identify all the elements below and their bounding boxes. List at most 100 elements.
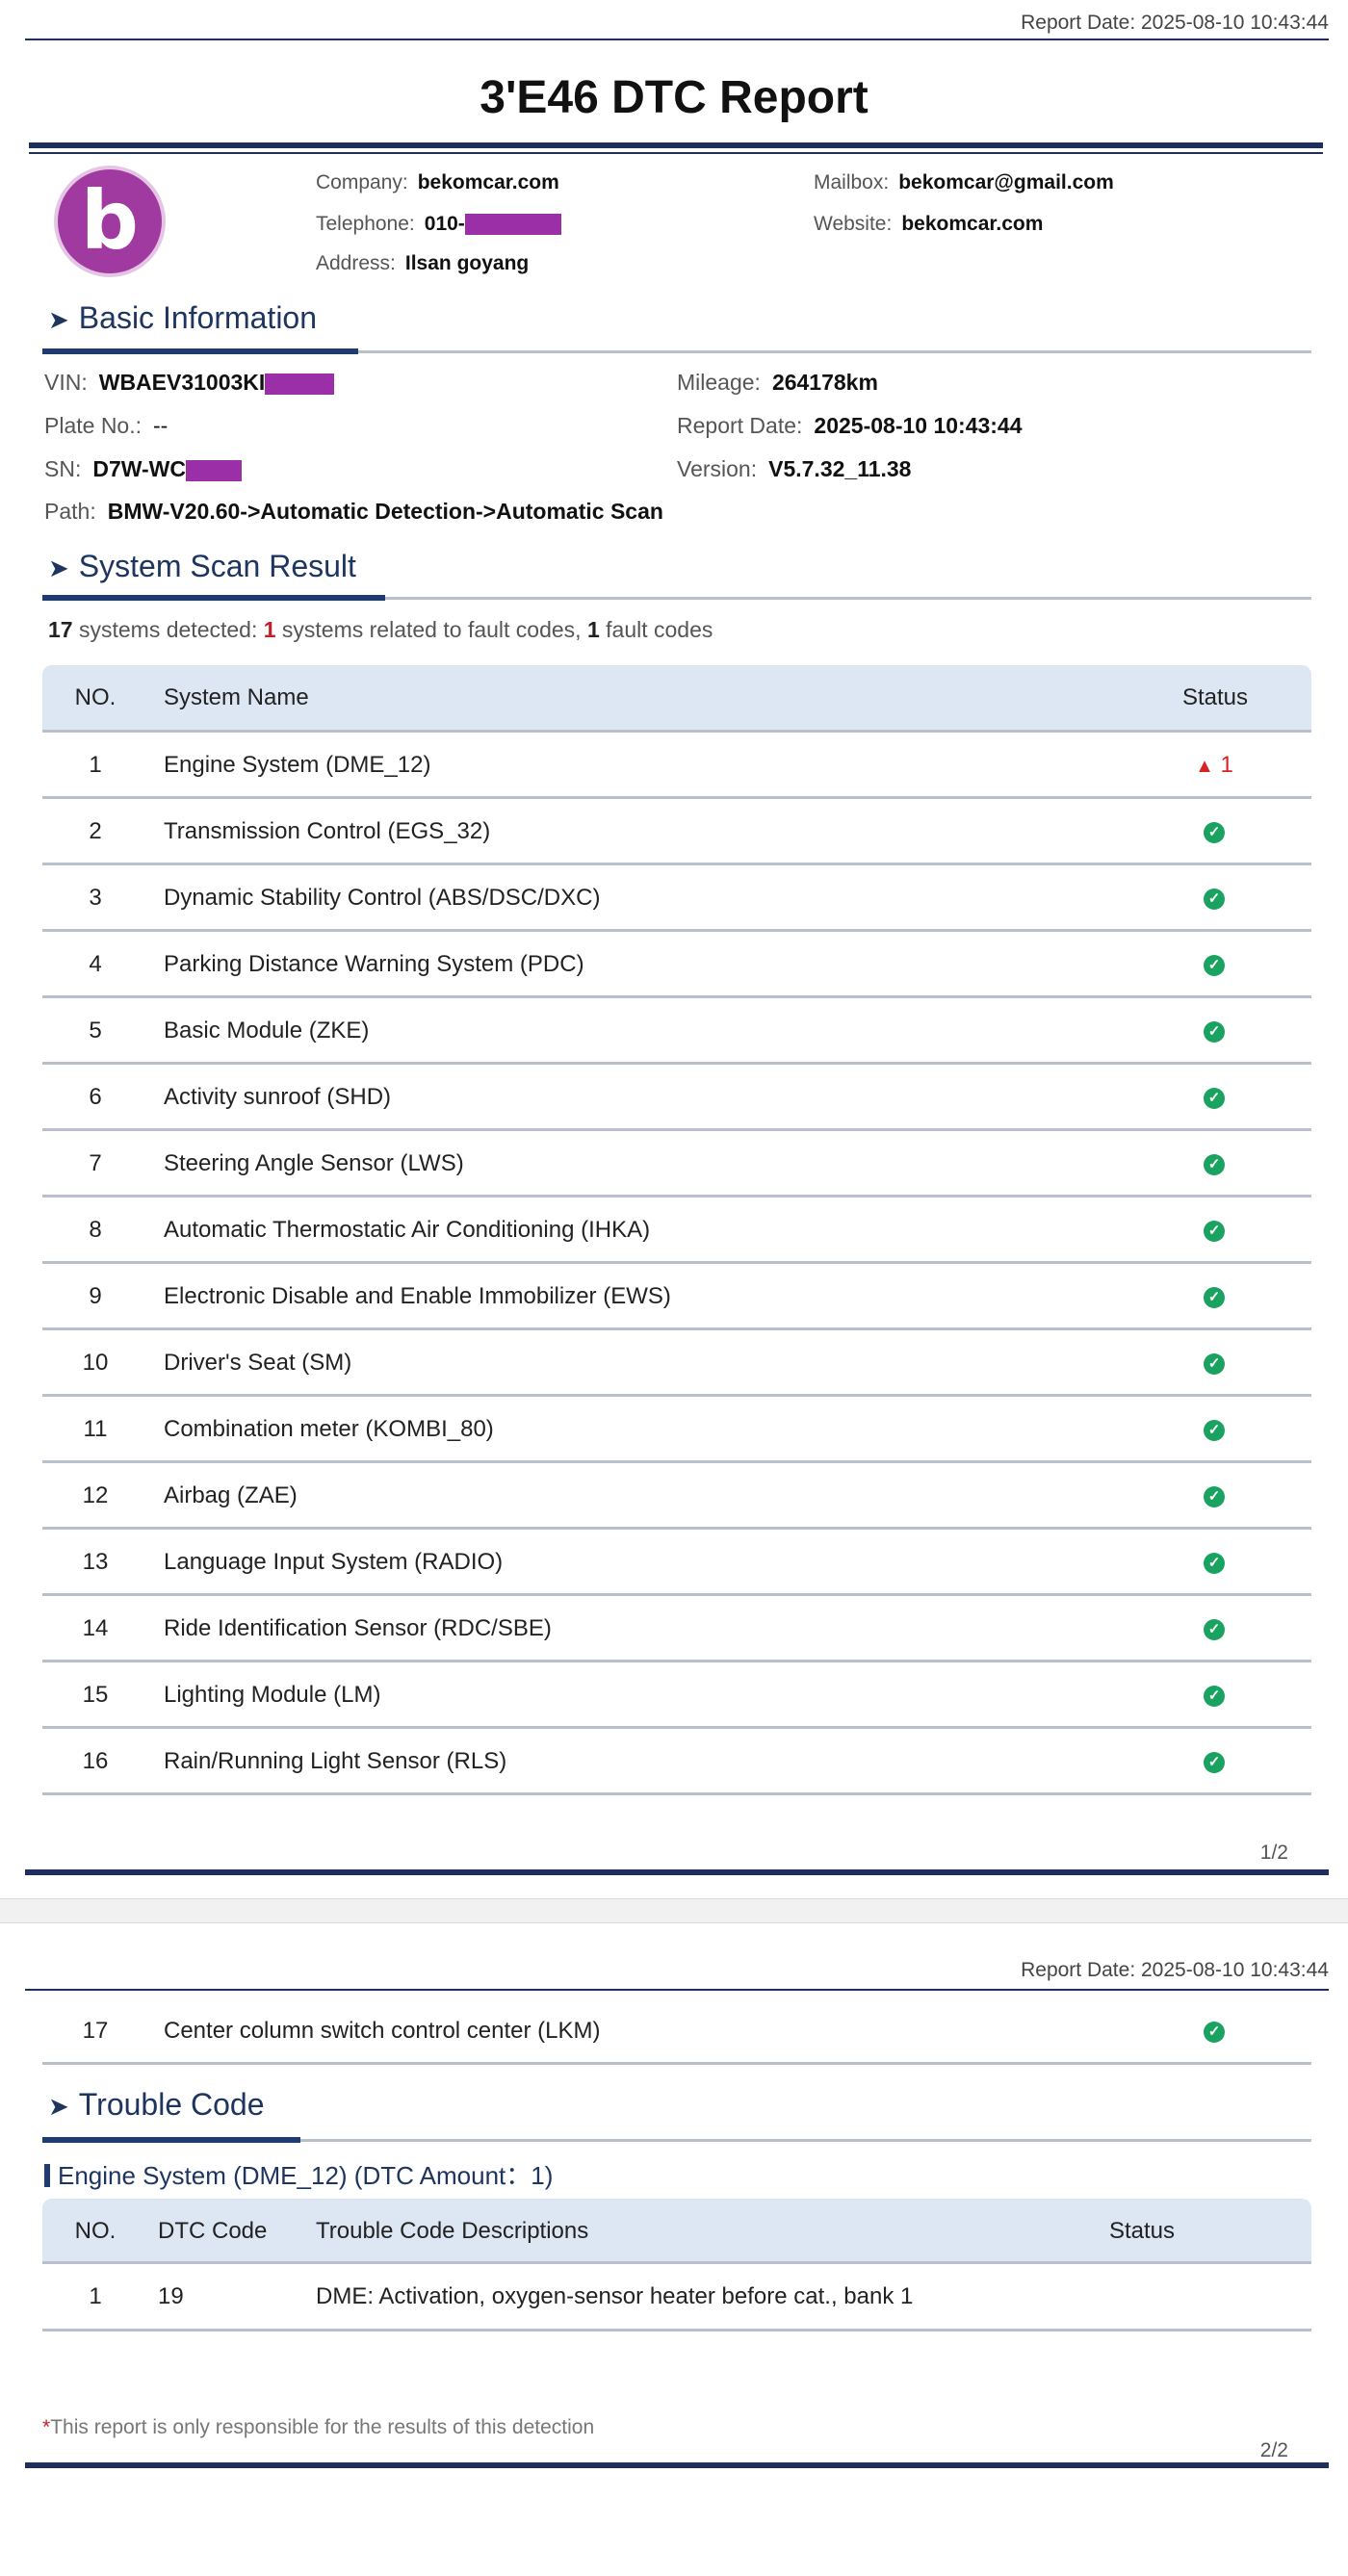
check-circle-icon: ✓ xyxy=(1204,821,1225,843)
disclaimer-note: *This report is only responsible for the… xyxy=(42,2416,595,2438)
row-number: 12 xyxy=(82,1482,109,1508)
row-number: 6 xyxy=(89,1084,102,1110)
system-status: ✓ xyxy=(1190,818,1238,845)
company-row: Company: bekomcar.com xyxy=(316,171,559,193)
check-circle-icon: ✓ xyxy=(1204,1087,1225,1109)
section-basic-information: ➤ Basic Information xyxy=(48,300,318,335)
system-name: Ride Identification Sensor (RDC/SBE) xyxy=(164,1615,552,1641)
table-row: 2 Transmission Control (EGS_32) ✓ xyxy=(42,799,1311,865)
row-number: 3 xyxy=(89,885,102,911)
vin-row: VIN: WBAEV31003KI xyxy=(44,370,335,396)
path-row: Path: BMW-V20.60->Automatic Detection->Au… xyxy=(44,499,663,524)
table-row: 15 Lighting Module (LM) ✓ xyxy=(42,1662,1311,1729)
check-circle-icon: ✓ xyxy=(1204,1485,1225,1507)
page-separator xyxy=(0,1898,1348,1923)
system-name: Language Input System (RADIO) xyxy=(164,1549,504,1575)
col-description: Trouble Code Descriptions xyxy=(316,2218,589,2244)
system-status: ✓ xyxy=(1190,885,1238,912)
system-status: ✓ xyxy=(1190,1748,1238,1775)
scan-summary: 17 systems detected: 1 systems related t… xyxy=(48,617,713,642)
system-name: Basic Module (ZKE) xyxy=(164,1018,370,1043)
table-row: 3 Dynamic Stability Control (ABS/DSC/DXC)… xyxy=(42,865,1311,932)
row-number: 1 xyxy=(89,752,102,778)
row-number: 14 xyxy=(82,1615,109,1641)
address-row: Address: Ilsan goyang xyxy=(316,252,530,274)
system-name: Activity sunroof (SHD) xyxy=(164,1084,392,1110)
check-circle-icon: ✓ xyxy=(1204,1552,1225,1574)
system-status: ✓ xyxy=(1190,1283,1238,1310)
system-name: Automatic Thermostatic Air Conditioning … xyxy=(164,1217,651,1243)
report-date-row: Report Date: 2025-08-10 10:43:44 xyxy=(677,413,1023,438)
row-number: 15 xyxy=(82,1682,109,1708)
report-date: Report Date: 2025-08-10 10:43:44 xyxy=(1021,12,1329,34)
col-no: NO. xyxy=(74,684,117,710)
check-circle-icon: ✓ xyxy=(1204,1153,1225,1175)
system-status: ✓ xyxy=(1190,1084,1238,1111)
table-row: 12 Airbag (ZAE) ✓ xyxy=(42,1463,1311,1530)
check-circle-icon: ✓ xyxy=(1204,1220,1225,1242)
check-circle-icon: ✓ xyxy=(1204,1618,1225,1640)
col-no: NO. xyxy=(74,2218,117,2244)
row-number: 8 xyxy=(89,1217,102,1243)
telephone-row: Telephone: 010- xyxy=(316,213,561,236)
check-circle-icon: ✓ xyxy=(1204,888,1225,910)
company-logo: b xyxy=(54,166,166,277)
check-circle-icon: ✓ xyxy=(1204,1352,1225,1375)
row-number: 11 xyxy=(83,1416,108,1442)
system-status: ▲ 1 xyxy=(1195,752,1233,778)
check-circle-icon: ✓ xyxy=(1204,954,1225,976)
table-row: 7 Steering Angle Sensor (LWS) ✓ xyxy=(42,1131,1311,1198)
table-row: 4 Parking Distance Warning System (PDC) ✓ xyxy=(42,932,1311,998)
row-number: 13 xyxy=(82,1549,109,1575)
table-row: 16 Rain/Running Light Sensor (RLS) ✓ xyxy=(42,1729,1311,1795)
system-status: ✓ xyxy=(1190,1150,1238,1177)
table-row: 6 Activity sunroof (SHD) ✓ xyxy=(42,1065,1311,1131)
table-row: 11 Combination meter (KOMBI_80) ✓ xyxy=(42,1397,1311,1463)
dtc-system-heading: Engine System (DME_12) (DTC Amount：1) xyxy=(44,2156,553,2192)
report-date: Report Date: 2025-08-10 10:43:44 xyxy=(1021,1959,1329,1981)
section-trouble-code: ➤ Trouble Code xyxy=(48,2087,265,2122)
col-status: Status xyxy=(1181,684,1248,710)
check-circle-icon: ✓ xyxy=(1204,1751,1225,1773)
system-name: Airbag (ZAE) xyxy=(164,1482,298,1508)
system-name: Transmission Control (EGS_32) xyxy=(164,818,491,844)
system-status: ✓ xyxy=(1190,1615,1238,1642)
arrow-right-icon: ➤ xyxy=(48,2092,69,2121)
page-number: 1/2 xyxy=(1259,1842,1288,1864)
system-name: Steering Angle Sensor (LWS) xyxy=(164,1150,464,1176)
redaction-mark xyxy=(265,373,335,395)
plate-row: Plate No.: -- xyxy=(44,413,168,438)
report-title: 3'E46 DTC Report xyxy=(480,72,868,123)
arrow-right-icon: ➤ xyxy=(48,305,69,334)
report-page-1: Report Date: 2025-08-10 10:43:44 3'E46 D… xyxy=(0,0,1348,1898)
title-rule-thin xyxy=(29,152,1323,154)
row-number: 7 xyxy=(89,1150,102,1176)
check-circle-icon: ✓ xyxy=(1204,1685,1225,1707)
row-number: 10 xyxy=(82,1350,109,1376)
row-number: 16 xyxy=(82,1748,109,1774)
col-dtc-code: DTC Code xyxy=(158,2218,268,2244)
system-status: ✓ xyxy=(1190,1682,1238,1709)
arrow-right-icon: ➤ xyxy=(48,554,69,582)
system-status: ✓ xyxy=(1190,1416,1238,1443)
table-row: 14 Ride Identification Sensor (RDC/SBE) ✓ xyxy=(42,1596,1311,1662)
check-circle-icon: ✓ xyxy=(1204,1419,1225,1441)
website-row: Website: bekomcar.com xyxy=(814,213,1044,235)
page-number: 2/2 xyxy=(1259,2439,1288,2461)
system-name: Lighting Module (LM) xyxy=(164,1682,381,1708)
dtc-table-header: NO. DTC Code Trouble Code Descriptions S… xyxy=(42,2199,1311,2264)
mailbox-row: Mailbox: bekomcar@gmail.com xyxy=(814,171,1114,193)
row-number: 2 xyxy=(89,818,102,844)
footer-rule xyxy=(25,2462,1329,2468)
mileage-row: Mileage: 264178km xyxy=(677,370,878,395)
scan-table-header: NO. System Name Status xyxy=(42,665,1311,733)
system-name: Driver's Seat (SM) xyxy=(164,1350,352,1376)
system-status: ✓ xyxy=(1190,1350,1238,1377)
system-name: Combination meter (KOMBI_80) xyxy=(164,1416,494,1442)
dtc-row: 1 19 DME: Activation, oxygen-sensor heat… xyxy=(42,2264,1311,2331)
system-status: ✓ xyxy=(1190,1217,1238,1244)
table-row: 1 Engine System (DME_12) ▲ 1 xyxy=(42,733,1311,799)
check-circle-icon: ✓ xyxy=(1204,1020,1225,1043)
report-page-2: Report Date: 2025-08-10 10:43:44 17 Cent… xyxy=(0,1923,1348,2576)
system-status: ✓ xyxy=(1190,951,1238,978)
